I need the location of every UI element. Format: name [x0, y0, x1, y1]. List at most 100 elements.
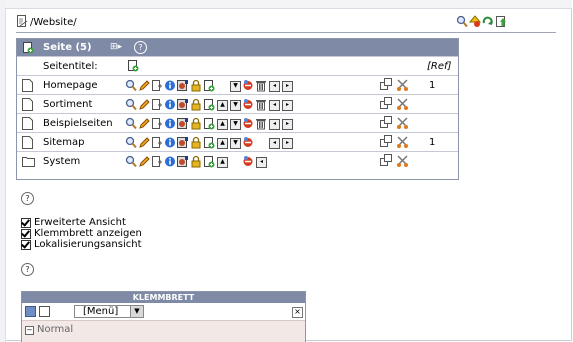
cut-icon[interactable] — [396, 78, 409, 94]
clipboard-mode-icon[interactable] — [25, 306, 36, 317]
page-row[interactable]: Sitemap ▲ ▼ ◂ ▸ 1 — [17, 132, 458, 151]
option-extended-view[interactable]: Erweiterte Ansicht — [21, 217, 142, 228]
clipboard-copy-icon[interactable] — [39, 306, 50, 317]
clipboard-menu-select[interactable]: [Menü] ▼ — [74, 305, 144, 318]
copy-icon[interactable] — [380, 78, 393, 94]
lock-icon[interactable] — [190, 155, 202, 168]
info-icon[interactable] — [164, 98, 176, 111]
page-title[interactable]: Beispielseiten — [43, 118, 113, 129]
help-icon[interactable]: ? — [134, 41, 147, 54]
view-icon[interactable] — [125, 136, 137, 149]
copy-icon[interactable] — [380, 154, 393, 170]
new-page-icon[interactable] — [203, 98, 215, 111]
copy-icon[interactable] — [380, 97, 393, 113]
page-row[interactable]: System ▲ ◂ — [17, 151, 458, 170]
page-icon[interactable] — [22, 98, 33, 114]
move-left-icon[interactable]: ◂ — [268, 136, 280, 149]
move-page-icon[interactable] — [151, 136, 163, 149]
copy-icon[interactable] — [380, 135, 393, 151]
option-localization-view[interactable]: Lokalisierungsansicht — [21, 239, 142, 250]
move-down-icon[interactable]: ▼ — [229, 136, 241, 149]
move-left-icon[interactable]: ◂ — [268, 117, 280, 130]
new-page-icon[interactable] — [127, 59, 139, 72]
edit-icon[interactable] — [138, 117, 150, 130]
move-down-icon[interactable]: ▼ — [229, 117, 241, 130]
hide-icon[interactable] — [242, 79, 254, 92]
option-show-clipboard[interactable]: Klemmbrett anzeigen — [21, 228, 142, 239]
cut-icon[interactable] — [396, 116, 409, 132]
edit-icon[interactable] — [138, 136, 150, 149]
move-page-icon[interactable] — [151, 155, 163, 168]
info-icon[interactable] — [164, 136, 176, 149]
hide-icon[interactable] — [242, 98, 254, 111]
search-icon[interactable] — [456, 15, 468, 28]
new-page-icon[interactable] — [203, 117, 215, 130]
checkbox[interactable] — [21, 217, 31, 228]
move-page-icon[interactable] — [151, 98, 163, 111]
new-page-icon[interactable] — [22, 41, 34, 54]
page-row[interactable]: Homepage ▼ ◂ ▸ 1 — [17, 75, 458, 94]
hide-icon[interactable] — [242, 136, 254, 149]
info-icon[interactable] — [164, 117, 176, 130]
move-page-icon[interactable] — [151, 117, 163, 130]
move-right-icon[interactable]: ▸ — [281, 79, 293, 92]
new-page-icon[interactable] — [203, 79, 215, 92]
delete-icon[interactable] — [255, 117, 267, 130]
folder-icon[interactable] — [22, 155, 35, 170]
help-icon[interactable]: ? — [21, 192, 34, 205]
move-down-icon[interactable]: ▼ — [229, 98, 241, 111]
edit-icon[interactable] — [138, 79, 150, 92]
lock-icon[interactable] — [190, 79, 202, 92]
move-left-icon[interactable]: ◂ — [268, 79, 280, 92]
lock-icon[interactable] — [190, 136, 202, 149]
view-icon[interactable] — [125, 117, 137, 130]
edit-icon[interactable] — [138, 155, 150, 168]
checkbox[interactable] — [21, 228, 31, 239]
page-row[interactable]: Beispielseiten ▲ ▼ ◂ ▸ — [17, 113, 458, 132]
move-down-icon[interactable]: ▼ — [229, 79, 241, 92]
page-icon[interactable] — [22, 136, 33, 152]
delete-icon[interactable] — [255, 79, 267, 92]
checkbox[interactable] — [21, 239, 31, 250]
history-icon[interactable] — [177, 98, 189, 111]
hide-icon[interactable] — [242, 155, 254, 168]
page-icon[interactable] — [22, 79, 33, 95]
move-left-icon[interactable]: ◂ — [268, 98, 280, 111]
clipboard-normal-section[interactable]: − Normal — [22, 320, 305, 342]
delete-icon[interactable] — [255, 98, 267, 111]
view-icon[interactable] — [125, 79, 137, 92]
page-row[interactable]: Sortiment ▲ ▼ ◂ ▸ — [17, 94, 458, 113]
page-title[interactable]: Homepage — [43, 80, 98, 91]
view-icon[interactable] — [125, 155, 137, 168]
move-up-icon[interactable]: ▲ — [216, 155, 228, 168]
help-icon[interactable]: ? — [21, 263, 34, 276]
chevron-down-icon[interactable]: ▼ — [130, 306, 143, 317]
page-up-icon[interactable] — [495, 15, 507, 28]
history-icon[interactable] — [177, 136, 189, 149]
view-icon[interactable] — [125, 98, 137, 111]
history-icon[interactable] — [177, 155, 189, 168]
cut-icon[interactable] — [396, 97, 409, 113]
page-title[interactable]: Sortiment — [43, 99, 92, 110]
collapse-icon[interactable]: − — [25, 326, 34, 335]
new-page-icon[interactable] — [203, 136, 215, 149]
reload-icon[interactable] — [482, 15, 494, 28]
move-right-icon[interactable]: ▸ — [281, 136, 293, 149]
new-page-icon[interactable] — [203, 155, 215, 168]
cut-icon[interactable] — [396, 154, 409, 170]
page-icon[interactable] — [22, 117, 33, 133]
info-icon[interactable] — [164, 79, 176, 92]
cut-icon[interactable] — [396, 135, 409, 151]
refresh-clear-icon[interactable] — [469, 15, 481, 28]
edit-icon[interactable] — [138, 98, 150, 111]
move-left-icon[interactable]: ◂ — [255, 155, 267, 168]
history-icon[interactable] — [177, 79, 189, 92]
info-icon[interactable] — [164, 155, 176, 168]
move-right-icon[interactable]: ▸ — [281, 117, 293, 130]
hide-icon[interactable] — [242, 117, 254, 130]
lock-icon[interactable] — [190, 98, 202, 111]
close-icon[interactable]: × — [292, 307, 303, 318]
lock-icon[interactable] — [190, 117, 202, 130]
copy-icon[interactable] — [380, 116, 393, 132]
expand-icon[interactable]: ⊞▸ — [110, 42, 122, 52]
